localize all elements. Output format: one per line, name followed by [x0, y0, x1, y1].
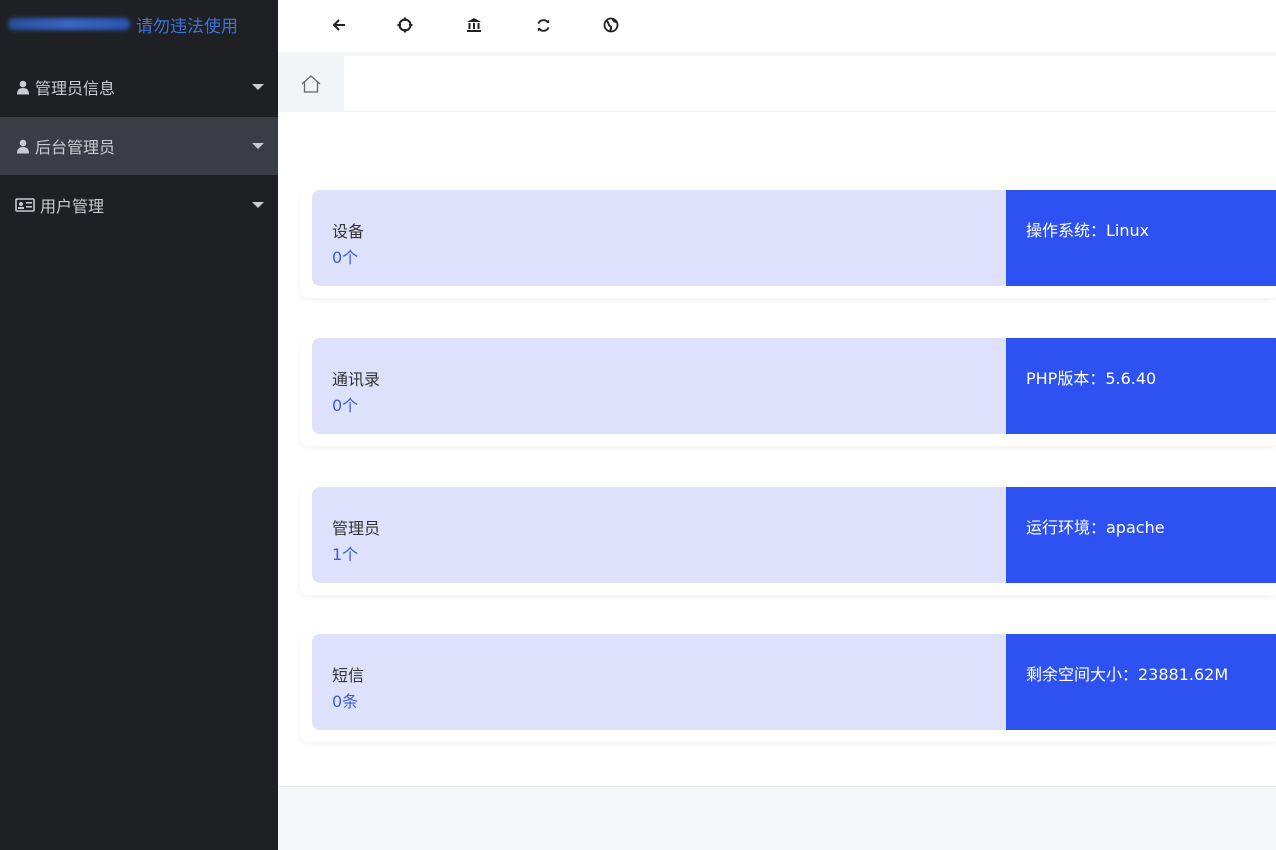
stat-card-devices: 设备 0个 操作系统：Linux: [300, 190, 1276, 298]
bank-button[interactable]: [463, 14, 485, 36]
stat-info-text: 剩余空间大小：23881.62M: [1026, 665, 1229, 684]
caret-down-icon: [252, 143, 264, 149]
stat-info-text: 运行环境：apache: [1026, 518, 1165, 537]
stat-card-body: 通讯录 0个: [312, 338, 1006, 434]
sidebar-item-user-management[interactable]: 用户管理: [0, 176, 278, 234]
id-card-icon: [14, 197, 36, 214]
stat-count: 1个: [332, 545, 359, 564]
sidebar-item-label: 管理员信息: [35, 79, 116, 98]
caret-down-icon: [252, 202, 264, 208]
sidebar-item-admin-info[interactable]: 管理员信息: [0, 58, 278, 116]
sidebar-item-label: 后台管理员: [35, 138, 116, 157]
stat-title: 设备: [332, 222, 365, 241]
sidebar: 请勿违法使用 管理员信息 后台管理员 用户管理: [0, 0, 278, 850]
top-toolbar: [278, 0, 1276, 52]
stat-card-body: 管理员 1个: [312, 487, 1006, 583]
footer-area: [278, 786, 1276, 850]
stat-card-contacts: 通讯录 0个 PHP版本：5.6.40: [300, 338, 1276, 446]
arrow-left-icon: [332, 19, 345, 31]
sidebar-item-label: 用户管理: [40, 197, 105, 216]
tab-home[interactable]: [278, 56, 344, 112]
stat-card-body: 短信 0条: [312, 634, 1006, 730]
stat-info-panel: 操作系统：Linux: [1006, 190, 1276, 286]
stat-title: 短信: [332, 666, 365, 685]
stat-info-panel: 运行环境：apache: [1006, 487, 1276, 583]
refresh-button[interactable]: [532, 14, 554, 36]
user-icon: [14, 138, 31, 155]
home-icon: [301, 75, 321, 93]
stat-info-panel: 剩余空间大小：23881.62M: [1006, 634, 1276, 730]
globe-icon: [603, 17, 619, 33]
stat-title: 管理员: [332, 519, 381, 538]
fullscreen-icon: [397, 17, 413, 33]
stat-info-text: 操作系统：Linux: [1026, 221, 1150, 240]
stat-card-admins: 管理员 1个 运行环境：apache: [300, 487, 1276, 595]
refresh-icon: [536, 18, 550, 32]
back-button[interactable]: [328, 14, 350, 36]
stat-count: 0个: [332, 248, 359, 267]
stat-info-text: PHP版本：5.6.40: [1026, 369, 1157, 388]
caret-down-icon: [252, 84, 264, 90]
globe-button[interactable]: [600, 14, 622, 36]
stat-card-body: 设备 0个: [312, 190, 1006, 286]
sidebar-item-backend-admin[interactable]: 后台管理员: [0, 117, 278, 175]
stat-card-sms: 短信 0条 剩余空间大小：23881.62M: [300, 634, 1276, 742]
bank-icon: [467, 18, 481, 32]
brand-text: 请勿违法使用: [136, 16, 238, 37]
main-content: 设备 0个 操作系统：Linux 通讯录 0个 PHP版本：5.6.40 管理员…: [278, 112, 1276, 786]
user-icon: [14, 79, 31, 96]
brand-name-obscured: [8, 18, 130, 30]
tab-bar: [278, 56, 1276, 112]
stat-count: 0条: [332, 692, 359, 711]
stat-count: 0个: [332, 396, 359, 415]
brand-logo: 请勿违法使用: [0, 0, 278, 48]
stat-title: 通讯录: [332, 370, 381, 389]
fullscreen-button[interactable]: [394, 14, 416, 36]
stat-info-panel: PHP版本：5.6.40: [1006, 338, 1276, 434]
